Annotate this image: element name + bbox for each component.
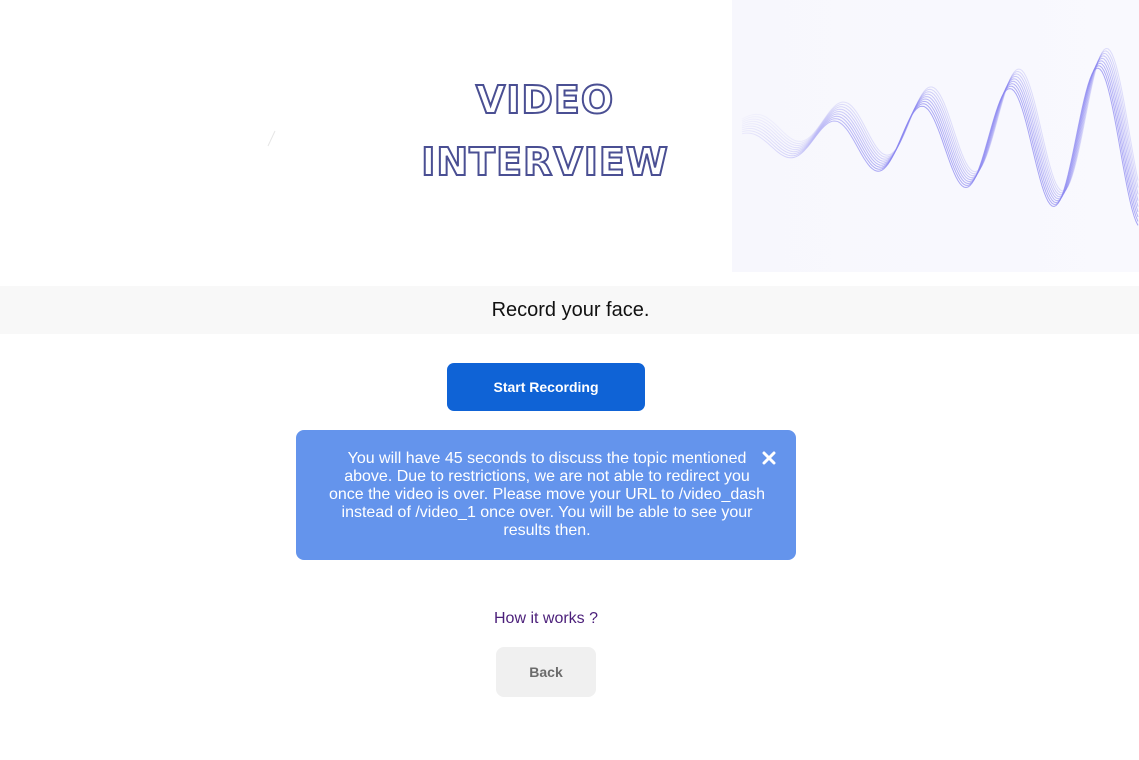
hero-title-line1: VIDEO — [475, 77, 615, 123]
info-alert: You will have 45 seconds to discuss the … — [296, 430, 796, 560]
prompt-text: Record your face. — [491, 298, 650, 321]
sound-wave-icon — [732, 0, 1139, 272]
sound-wave-graphic — [732, 0, 1139, 272]
close-alert-button[interactable] — [761, 450, 777, 466]
prompt-band: Record your face. — [0, 286, 1139, 334]
hero-title-line2: INTERVIEW — [420, 139, 669, 185]
how-it-works-link[interactable]: How it works ? — [494, 610, 598, 627]
hero-title: VIDEO INTERVIEW — [345, 70, 745, 194]
video-interview-page: VIDEO INTERVIEW Record your face. Start … — [0, 0, 1139, 760]
close-icon — [762, 451, 776, 465]
back-button[interactable]: Back — [496, 647, 596, 697]
start-recording-button[interactable]: Start Recording — [447, 363, 645, 411]
hero-banner: VIDEO INTERVIEW — [0, 0, 1139, 272]
wave-fade-overlay — [732, 0, 1139, 272]
how-it-works-container: How it works ? — [0, 610, 1092, 628]
decorative-mark — [267, 130, 276, 147]
info-message: You will have 45 seconds to discuss the … — [328, 450, 766, 539]
